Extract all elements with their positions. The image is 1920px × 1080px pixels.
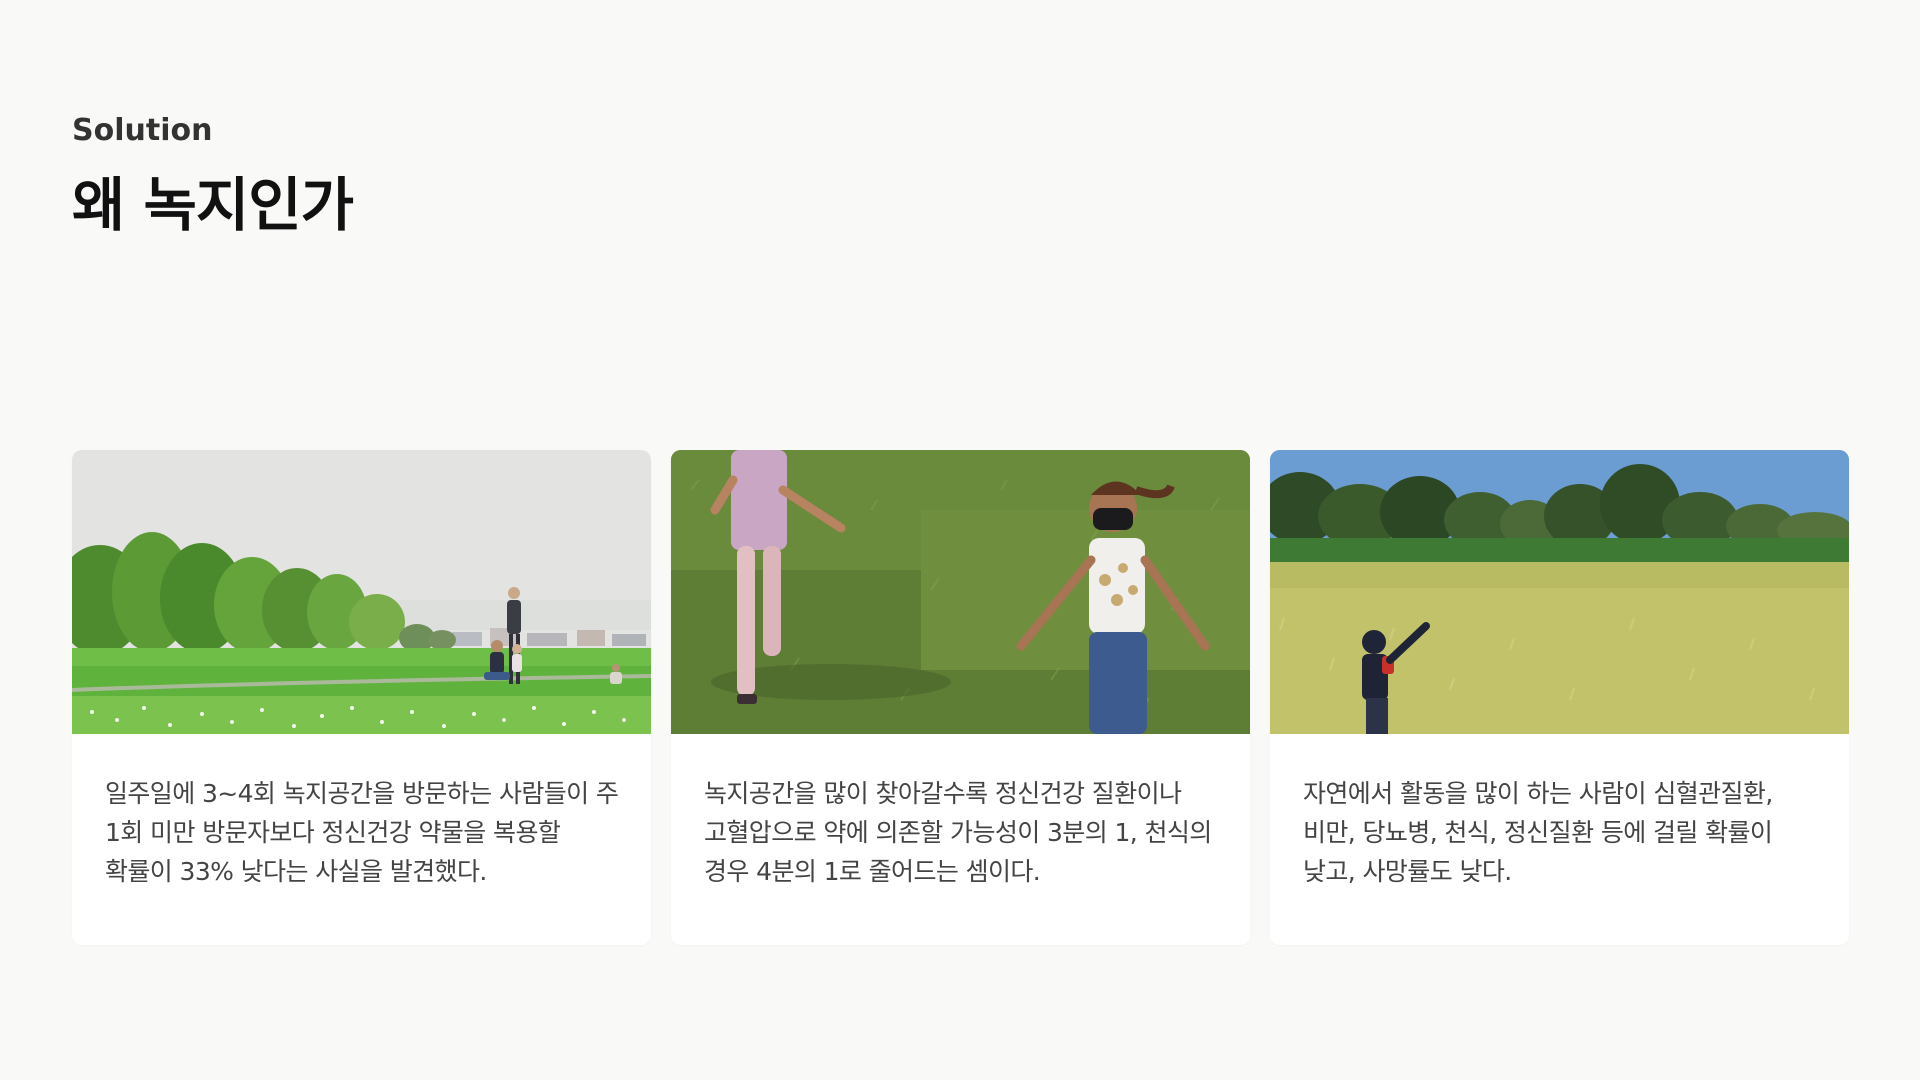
page-title: 왜 녹지인가 [72,171,354,239]
card-park: 일주일에 3~4회 녹지공간을 방문하는 사람들이 주 1회 미만 방문자보다 … [72,450,651,945]
page: Solution 왜 녹지인가 일주일에 3~4회 녹지공간을 방문하는 사람들… [0,0,1920,1080]
card-park-text: 일주일에 3~4회 녹지공간을 방문하는 사람들이 주 1회 미만 방문자보다 … [105,779,619,886]
card-list: 일주일에 3~4회 녹지공간을 방문하는 사람들이 주 1회 미만 방문자보다 … [72,450,1849,945]
card-running: 녹지공간을 많이 찾아갈수록 정신건강 질환이나 고혈압으로 약에 의존할 가능… [671,450,1250,945]
card-field-text: 자연에서 활동을 많이 하는 사람이 심혈관질환, 비만, 당뇨병, 천식, 정… [1303,779,1773,886]
children-running-on-grass-photo [671,450,1250,734]
card-field: 자연에서 활동을 많이 하는 사람이 심혈관질환, 비만, 당뇨병, 천식, 정… [1270,450,1849,945]
child-in-wheat-field-photo [1270,450,1849,734]
family-playing-in-park-photo [72,450,651,734]
section-eyebrow: Solution [72,113,213,148]
card-running-text: 녹지공간을 많이 찾아갈수록 정신건강 질환이나 고혈압으로 약에 의존할 가능… [704,779,1212,886]
